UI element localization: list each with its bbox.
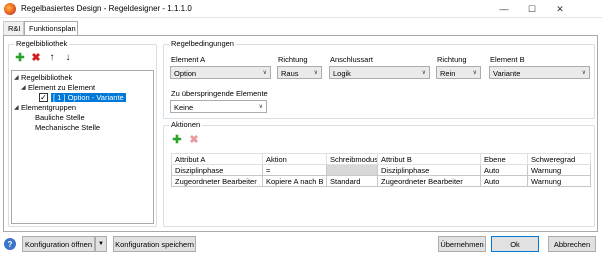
chevron-down-icon: ∨ bbox=[258, 104, 263, 110]
close-button[interactable]: ✕ bbox=[546, 0, 574, 18]
table-cell[interactable]: Auto bbox=[480, 164, 528, 176]
table-cell[interactable]: Disziplinphase bbox=[171, 164, 263, 176]
element-b-label: Element B bbox=[490, 55, 525, 64]
tree-node-rule-option-variante[interactable]: [ 1 ] Option - Variante bbox=[51, 93, 126, 102]
table-row[interactable]: Zugeordneter Bearbeiter Kopiere A nach B… bbox=[171, 175, 591, 187]
column-header[interactable]: Ebene bbox=[480, 153, 528, 165]
rule-tree[interactable]: ◢ Regelbibliothek ◢ Element zu Element ✓… bbox=[11, 70, 154, 224]
move-up-button[interactable]: ↑ bbox=[46, 52, 58, 64]
open-config-dropdown-icon[interactable]: ▼ bbox=[95, 236, 107, 252]
tree-node-bauliche-stelle[interactable]: Bauliche Stelle bbox=[35, 113, 85, 122]
tree-node-element-zu-element[interactable]: Element zu Element bbox=[28, 83, 95, 92]
table-cell[interactable] bbox=[326, 164, 378, 176]
main-panel: Regelbibliothek ✚ ✖ ↑ ↓ ◢ Regelbibliothe… bbox=[3, 35, 598, 232]
help-icon[interactable]: ? bbox=[4, 238, 16, 250]
expander-open-icon[interactable]: ◢ bbox=[14, 104, 19, 111]
table-cell[interactable]: Zugeordneter Bearbeiter bbox=[171, 175, 263, 187]
table-cell[interactable]: Standard bbox=[326, 175, 378, 187]
chevron-down-icon: ∨ bbox=[472, 70, 477, 76]
expander-open-icon[interactable]: ◢ bbox=[21, 84, 26, 91]
element-b-select[interactable]: Variante ∨ bbox=[489, 66, 590, 79]
table-cell[interactable]: Auto bbox=[480, 175, 528, 187]
richtung-b-select[interactable]: Rein ∨ bbox=[436, 66, 481, 79]
skip-elements-value: Keine bbox=[174, 103, 194, 112]
ok-button[interactable]: Ok bbox=[491, 236, 539, 252]
move-down-button[interactable]: ↓ bbox=[62, 52, 74, 64]
richtung-a-value: Raus bbox=[281, 69, 299, 78]
column-header[interactable]: Attribut B bbox=[377, 153, 481, 165]
tree-node-regelbibliothek[interactable]: Regelbibliothek bbox=[21, 73, 72, 82]
conditions-group-title: Regelbedingungen bbox=[169, 39, 236, 48]
library-group-title: Regelbibliothek bbox=[14, 39, 70, 48]
delete-action-button[interactable]: ✖ bbox=[188, 134, 200, 146]
app-icon bbox=[4, 3, 16, 15]
apply-button[interactable]: Übernehmen bbox=[438, 236, 486, 252]
table-row[interactable]: Disziplinphase = Disziplinphase Auto War… bbox=[171, 164, 591, 176]
chevron-down-icon: ∨ bbox=[313, 70, 318, 76]
richtung-a-label: Richtung bbox=[278, 55, 308, 64]
minimize-button[interactable]: — bbox=[490, 0, 518, 18]
element-a-select[interactable]: Option ∨ bbox=[170, 66, 271, 79]
expander-open-icon[interactable]: ◢ bbox=[14, 74, 19, 81]
chevron-down-icon: ∨ bbox=[262, 70, 267, 76]
table-cell[interactable]: = bbox=[262, 164, 327, 176]
element-a-label: Element A bbox=[171, 55, 206, 64]
column-header[interactable]: Aktion bbox=[262, 153, 327, 165]
library-group: Regelbibliothek ✚ ✖ ↑ ↓ ◢ Regelbibliothe… bbox=[8, 39, 157, 227]
column-header[interactable]: Schweregrad bbox=[527, 153, 591, 165]
table-cell[interactable]: Warnung bbox=[527, 164, 591, 176]
column-header[interactable]: Schreibmodus bbox=[326, 153, 378, 165]
tree-node-mechanische-stelle[interactable]: Mechanische Stelle bbox=[35, 123, 100, 132]
anschlussart-select[interactable]: Logik ∨ bbox=[329, 66, 430, 79]
richtung-a-select[interactable]: Raus ∨ bbox=[277, 66, 322, 79]
chevron-down-icon: ∨ bbox=[581, 70, 586, 76]
actions-table[interactable]: Attribut A Aktion Schreibmodus Attribut … bbox=[171, 153, 591, 187]
anschlussart-label: Anschlussart bbox=[330, 55, 373, 64]
column-header[interactable]: Attribut A bbox=[171, 153, 263, 165]
delete-rule-button[interactable]: ✖ bbox=[30, 52, 42, 64]
actions-group-title: Aktionen bbox=[169, 120, 203, 129]
chevron-down-icon: ∨ bbox=[421, 70, 426, 76]
table-cell[interactable]: Zugeordneter Bearbeiter bbox=[377, 175, 481, 187]
maximize-button[interactable]: ☐ bbox=[518, 0, 546, 18]
title-bar: Regelbasiertes Design - Regeldesigner - … bbox=[0, 0, 602, 18]
conditions-group: Regelbedingungen Element A Option ∨ Rich… bbox=[163, 39, 595, 119]
richtung-b-value: Rein bbox=[440, 69, 456, 78]
element-b-value: Variante bbox=[493, 69, 521, 78]
tab-ri[interactable]: R&I bbox=[3, 21, 24, 35]
add-action-button[interactable]: ✚ bbox=[171, 134, 183, 146]
save-config-button[interactable]: Konfiguration speichern bbox=[113, 236, 196, 252]
rule-checkbox[interactable]: ✓ bbox=[39, 93, 48, 102]
table-cell[interactable]: Kopiere A nach B bbox=[262, 175, 327, 187]
table-cell[interactable]: Disziplinphase bbox=[377, 164, 481, 176]
open-config-button[interactable]: Konfiguration öffnen bbox=[22, 236, 95, 252]
tab-funktionsplan[interactable]: Funktionsplan bbox=[24, 21, 78, 36]
add-rule-button[interactable]: ✚ bbox=[14, 52, 26, 64]
skip-elements-label: Zu überspringende Elemente bbox=[171, 89, 268, 98]
window-title: Regelbasiertes Design - Regeldesigner - … bbox=[21, 4, 192, 13]
table-cell[interactable]: Warnung bbox=[527, 175, 591, 187]
richtung-b-label: Richtung bbox=[437, 55, 467, 64]
table-header-row: Attribut A Aktion Schreibmodus Attribut … bbox=[171, 153, 591, 165]
actions-group: Aktionen ✚ ✖ Attribut A Aktion Schreibmo… bbox=[163, 120, 595, 227]
tree-node-elementgruppen[interactable]: Elementgruppen bbox=[21, 103, 76, 112]
cancel-button[interactable]: Abbrechen bbox=[548, 236, 596, 252]
anschlussart-value: Logik bbox=[333, 69, 351, 78]
skip-elements-select[interactable]: Keine ∨ bbox=[170, 100, 267, 113]
element-a-value: Option bbox=[174, 69, 197, 78]
